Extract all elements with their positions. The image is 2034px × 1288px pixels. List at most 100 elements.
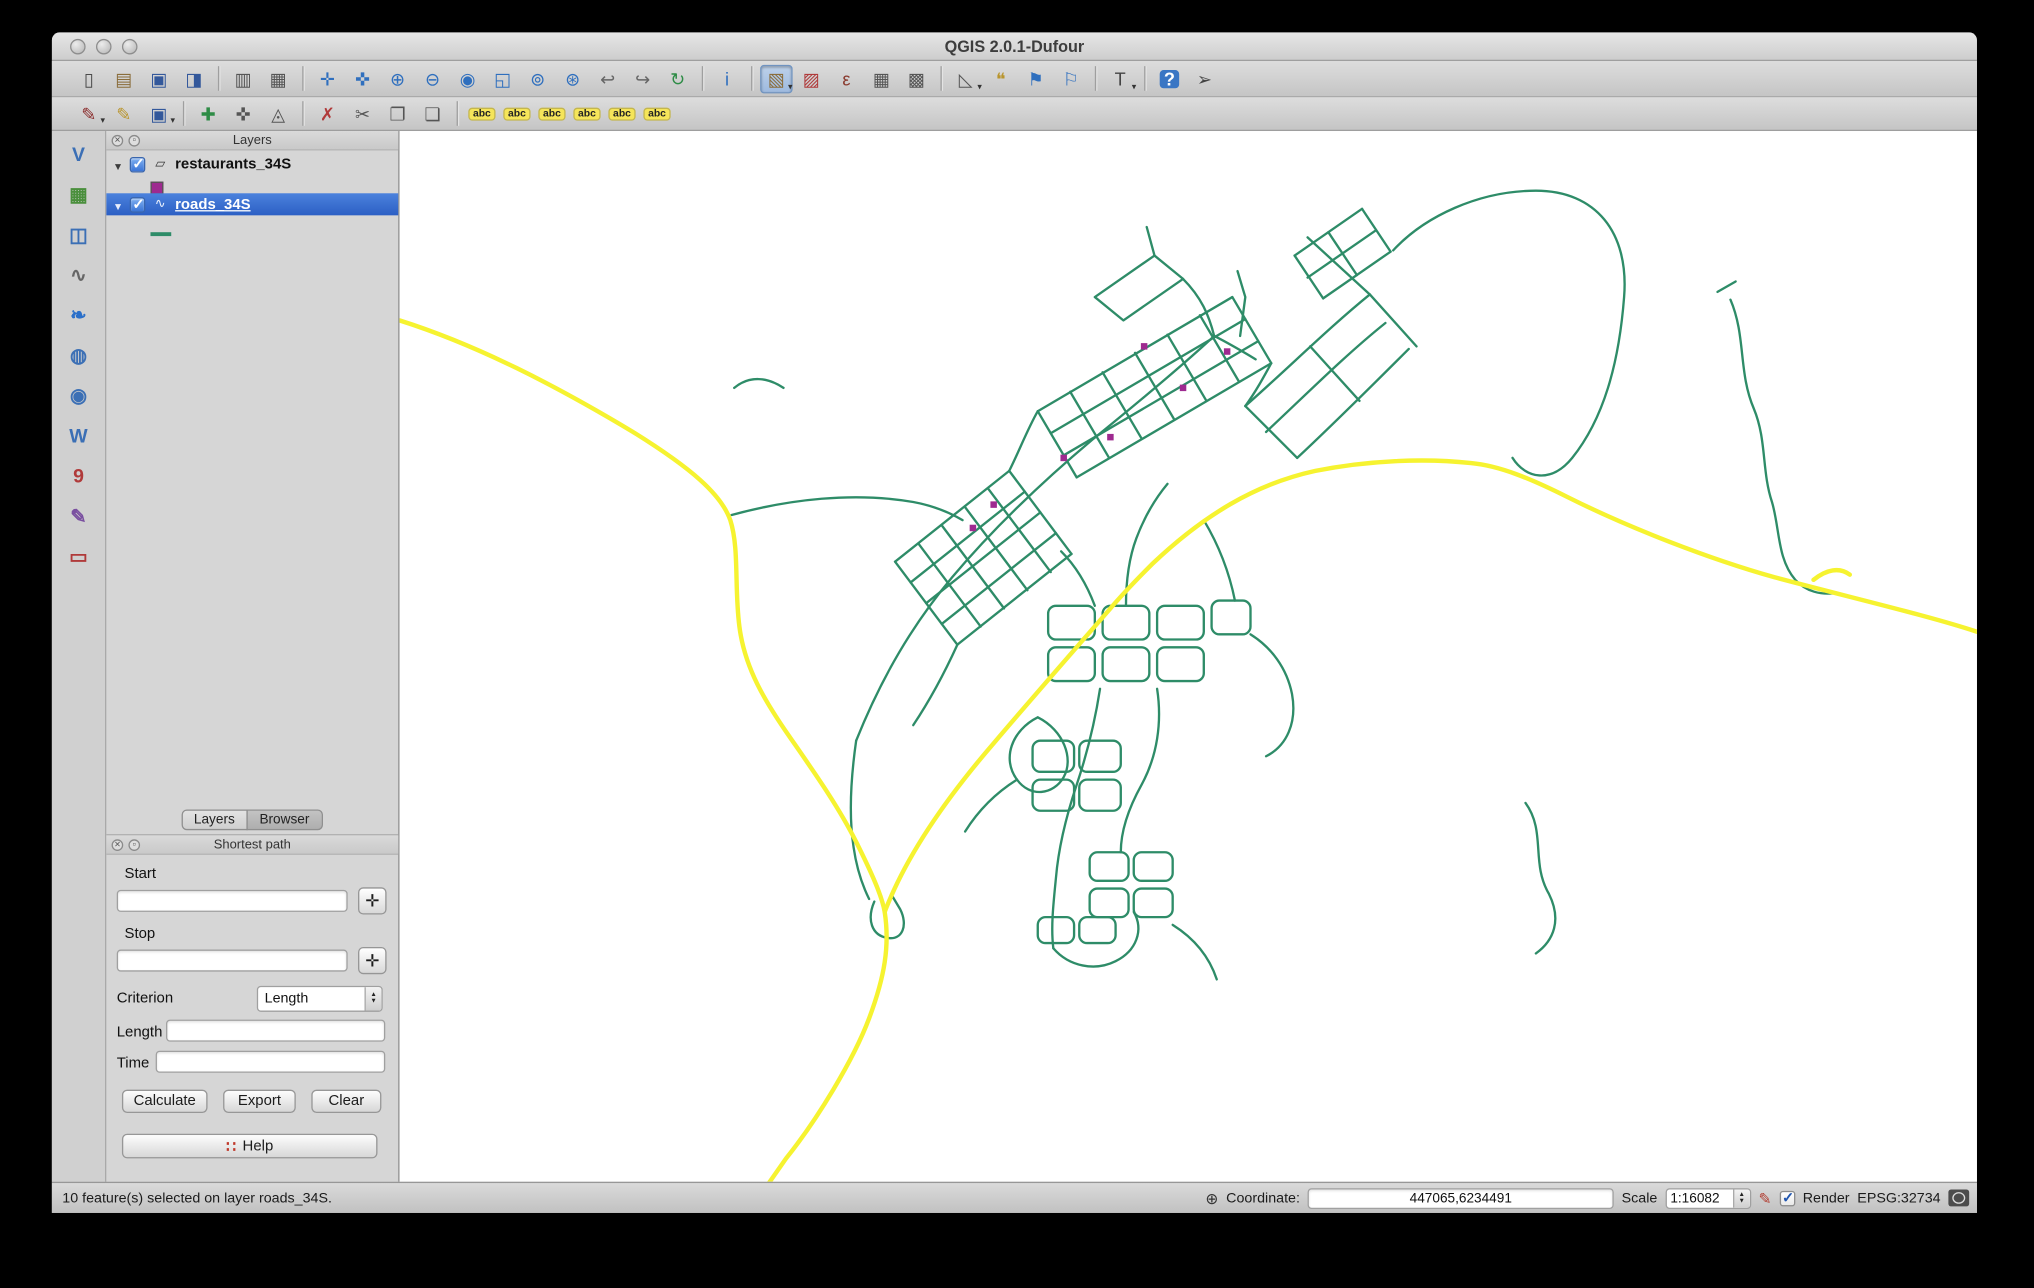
render-checkbox[interactable] bbox=[1779, 1189, 1795, 1206]
label-pin-icon[interactable]: abc bbox=[501, 101, 533, 127]
map-tips-icon[interactable]: ❝ bbox=[985, 64, 1017, 93]
clear-button[interactable]: Clear bbox=[311, 1089, 382, 1113]
whats-this-icon[interactable]: ➢ bbox=[1188, 64, 1220, 93]
layer-visibility-checkbox[interactable] bbox=[129, 155, 146, 172]
scale-edit-icon[interactable]: ✎ bbox=[1759, 1190, 1772, 1206]
length-input[interactable] bbox=[166, 1019, 386, 1042]
expand-arrow-icon[interactable] bbox=[113, 193, 123, 216]
zoom-in-icon[interactable]: ⊕ bbox=[381, 64, 413, 93]
text-annotation-icon[interactable]: T ▾ bbox=[1104, 64, 1137, 93]
new-project-icon[interactable]: ▯ bbox=[73, 64, 105, 93]
road-block bbox=[1132, 851, 1174, 882]
delete-selected-icon[interactable]: ✗ bbox=[311, 101, 343, 127]
labeling-icon[interactable]: abc bbox=[466, 101, 498, 127]
attribute-table-icon[interactable]: ▦ bbox=[865, 64, 897, 93]
zoom-to-selection-icon[interactable]: ⊚ bbox=[521, 64, 553, 93]
panel-close-icon[interactable] bbox=[111, 134, 124, 147]
pick-start-button[interactable]: ✛ bbox=[358, 887, 387, 915]
move-feature-icon[interactable]: ✜ bbox=[227, 101, 259, 127]
export-button[interactable]: Export bbox=[223, 1089, 296, 1113]
stop-input[interactable] bbox=[116, 949, 348, 972]
map-canvas[interactable] bbox=[399, 131, 1977, 1182]
road-path bbox=[1075, 362, 1273, 479]
pan-to-selection-icon[interactable]: ✜ bbox=[346, 64, 378, 93]
remove-layer-icon[interactable]: ▭ bbox=[62, 541, 96, 572]
road-path bbox=[1309, 345, 1361, 403]
criterion-select[interactable]: Length bbox=[256, 985, 383, 1012]
add-postgis-layer-icon[interactable]: ◫ bbox=[62, 219, 96, 250]
cut-features-icon[interactable]: ✂ bbox=[346, 101, 378, 127]
identify-features-icon[interactable]: i bbox=[711, 64, 743, 93]
pan-map-icon[interactable]: ✛ bbox=[311, 64, 343, 93]
panel-float-icon[interactable] bbox=[128, 134, 141, 147]
time-input[interactable] bbox=[155, 1050, 386, 1073]
expand-arrow-icon[interactable] bbox=[113, 152, 123, 175]
scale-select[interactable]: 1:16082 bbox=[1665, 1187, 1751, 1209]
selected-highway-path bbox=[1811, 567, 1853, 583]
new-print-composer-icon[interactable]: ▥ bbox=[227, 64, 259, 93]
label-properties-icon[interactable]: abc bbox=[641, 101, 673, 127]
road-path bbox=[730, 496, 964, 522]
status-bar: 10 feature(s) selected on layer roads_34… bbox=[51, 1181, 1977, 1213]
node-tool-icon[interactable]: ◬ bbox=[262, 101, 294, 127]
add-spatialite-layer-icon[interactable]: ∿ bbox=[62, 259, 96, 290]
refresh-map-icon[interactable]: ↻ bbox=[662, 64, 694, 93]
layer-visibility-checkbox[interactable] bbox=[129, 195, 146, 212]
save-project-icon[interactable]: ▣ bbox=[143, 64, 175, 93]
layer-item-roads[interactable]: ∿ roads_34S bbox=[106, 193, 399, 216]
road-path bbox=[1360, 207, 1392, 253]
deselect-features-icon[interactable]: ▨ bbox=[795, 64, 827, 93]
new-shapefile-layer-icon[interactable]: ✎ bbox=[62, 501, 96, 532]
select-features-icon[interactable]: ▧ ▾ bbox=[760, 64, 793, 93]
open-project-icon[interactable]: ▤ bbox=[108, 64, 140, 93]
title-bar[interactable]: QGIS 2.0.1-Dufour bbox=[51, 32, 1977, 61]
current-edits-icon[interactable]: ✎ ▾ bbox=[73, 101, 105, 127]
zoom-actual-size-icon[interactable]: ◉ bbox=[451, 64, 483, 93]
zoom-out-icon[interactable]: ⊖ bbox=[416, 64, 448, 93]
qgis-window: QGIS 2.0.1-Dufour ▯ ▤ ▣ ◨ ▥ ▦ ✛ ✜ ⊕ ⊖ ◉ ◱ ⊚ ⊛ ↩ ↪ ↻ i ▧ ▾ ▨ ε… bbox=[51, 32, 1977, 1213]
add-mssql-layer-icon[interactable]: ❧ bbox=[62, 300, 96, 331]
crs-status-icon[interactable] bbox=[1948, 1189, 1970, 1207]
tab-layers[interactable]: Layers bbox=[180, 809, 248, 831]
add-feature-icon[interactable]: ✚ bbox=[192, 101, 224, 127]
help-button[interactable]: ∷ Help bbox=[121, 1133, 378, 1159]
restaurant-point bbox=[1060, 454, 1067, 462]
add-wms-layer-icon[interactable]: ◍ bbox=[62, 340, 96, 371]
save-layer-edits-icon[interactable]: ▣ ▾ bbox=[143, 101, 175, 127]
zoom-last-icon[interactable]: ↩ bbox=[592, 64, 624, 93]
label-highlight-icon[interactable]: abc bbox=[536, 101, 568, 127]
layer-item-restaurants[interactable]: ▱ restaurants_34S bbox=[106, 153, 398, 175]
add-raster-layer-icon[interactable]: ▦ bbox=[62, 179, 96, 210]
tab-browser[interactable]: Browser bbox=[246, 809, 323, 831]
panel-close-icon[interactable] bbox=[111, 839, 124, 851]
road-block bbox=[1132, 887, 1174, 919]
zoom-next-icon[interactable]: ↪ bbox=[627, 64, 659, 93]
measure-line-icon[interactable]: ◺ ▾ bbox=[950, 64, 982, 93]
save-project-as-icon[interactable]: ◨ bbox=[178, 64, 210, 93]
panel-float-icon[interactable] bbox=[128, 839, 141, 851]
copy-features-icon[interactable]: ❐ bbox=[381, 101, 413, 127]
label-move-icon[interactable]: abc bbox=[571, 101, 603, 127]
add-oracle-layer-icon[interactable]: 9 bbox=[62, 461, 96, 492]
zoom-full-extent-icon[interactable]: ◱ bbox=[486, 64, 518, 93]
field-calculator-icon[interactable]: ε bbox=[830, 64, 862, 93]
help-contents-icon[interactable]: ? bbox=[1153, 64, 1185, 93]
label-rotate-icon[interactable]: abc bbox=[606, 101, 638, 127]
add-vector-layer-icon[interactable]: V bbox=[62, 139, 96, 170]
new-bookmark-icon[interactable]: ⚑ bbox=[1020, 64, 1052, 93]
mouse-position-icon[interactable]: ⊕ bbox=[1205, 1190, 1218, 1206]
raster-calculator-icon[interactable]: ▩ bbox=[900, 64, 932, 93]
coordinate-input[interactable] bbox=[1307, 1187, 1614, 1209]
start-input[interactable] bbox=[116, 889, 348, 912]
pick-stop-button[interactable]: ✛ bbox=[358, 946, 387, 975]
toggle-editing-icon[interactable]: ✎ bbox=[108, 101, 140, 127]
calculate-button[interactable]: Calculate bbox=[121, 1089, 208, 1113]
show-bookmarks-icon[interactable]: ⚐ bbox=[1055, 64, 1087, 93]
composer-manager-icon[interactable]: ▦ bbox=[262, 64, 294, 93]
add-wfs-layer-icon[interactable]: W bbox=[62, 420, 96, 451]
zoom-to-layer-icon[interactable]: ⊛ bbox=[556, 64, 588, 93]
paste-features-icon[interactable]: ❏ bbox=[416, 101, 448, 127]
selected-highway-path bbox=[399, 318, 889, 1182]
road-path bbox=[912, 643, 959, 727]
add-wcs-layer-icon[interactable]: ◉ bbox=[62, 380, 96, 411]
